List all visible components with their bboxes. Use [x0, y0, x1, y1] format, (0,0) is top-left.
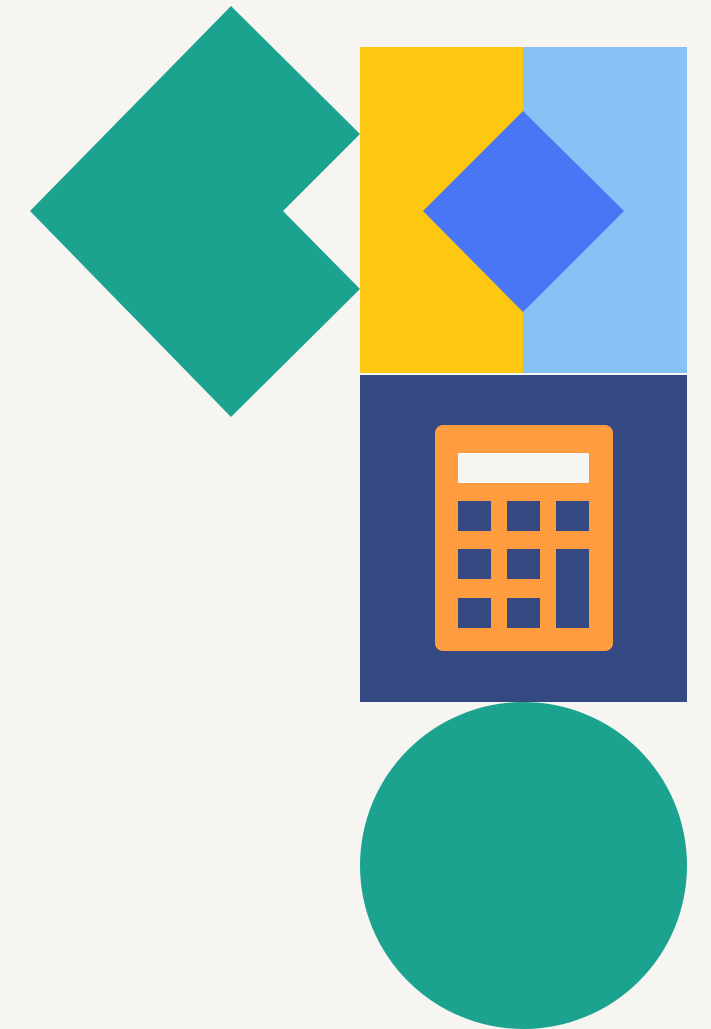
blue-diamond-shape [423, 111, 624, 312]
split-color-tile [360, 47, 687, 373]
calculator-key [507, 549, 540, 579]
calculator-key [556, 501, 589, 531]
calculator-key [458, 501, 491, 531]
teal-circle-shape [360, 702, 687, 1029]
calculator-display [458, 453, 589, 483]
calculator-key [458, 598, 491, 628]
calculator-tile [360, 375, 687, 702]
blue-diamond-path [423, 111, 624, 312]
teal-notched-diamond-shape [30, 6, 360, 417]
calculator-icon [435, 425, 613, 651]
calculator-key [458, 549, 491, 579]
calculator-key-tall [556, 549, 589, 628]
teal-notched-diamond-path [30, 6, 360, 417]
calculator-key [507, 501, 540, 531]
calculator-key [507, 598, 540, 628]
